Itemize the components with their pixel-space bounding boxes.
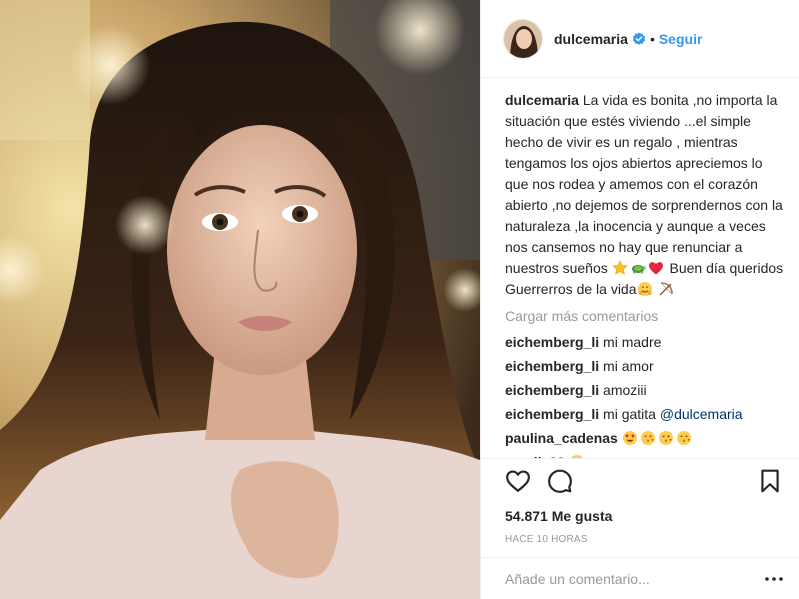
kissing-emoji — [676, 431, 691, 445]
verified-badge-icon — [632, 31, 646, 45]
add-comment-bar — [481, 557, 799, 599]
kissing-emoji — [640, 431, 655, 445]
caption-text: La vida es bonita ,no importa la situaci… — [505, 92, 783, 276]
likes-count[interactable]: 54.871 Me gusta — [481, 508, 799, 524]
instagram-post: dulcemaria • Seguir dulcemaria La vida e… — [0, 0, 799, 599]
post-actions: 54.871 Me gusta HACE 10 HORAS — [481, 458, 799, 599]
comment-item: eichemberg_li mi gatita @dulcemaria — [505, 402, 787, 426]
post-header: dulcemaria • Seguir — [481, 0, 799, 78]
comment-item: paulina_cadenas — [505, 426, 787, 450]
more-options-icon[interactable] — [763, 571, 785, 587]
comment-text: mi madre — [603, 334, 662, 350]
kissing-emoji — [658, 431, 673, 445]
comment-text: mi gatita — [603, 406, 656, 422]
add-comment-input[interactable] — [505, 571, 763, 587]
hugging-emoji — [637, 282, 652, 296]
comment-username[interactable]: eichemberg_li — [505, 382, 599, 398]
comments-list[interactable]: dulcemaria La vida es bonita ,no importa… — [481, 84, 799, 458]
comment-item: eichemberg_li amoziii — [505, 378, 787, 402]
star-emoji — [611, 260, 628, 275]
selfie-image — [0, 0, 480, 599]
comment-item: eichemberg_li mi madre — [505, 330, 787, 354]
comment-username[interactable]: paulina_cadenas — [505, 430, 618, 446]
load-more-comments-link[interactable]: Cargar más comentarios — [505, 308, 787, 324]
comment-username[interactable]: eichemberg_li — [505, 358, 599, 374]
comment-item: eichemberg_li mi amor — [505, 354, 787, 378]
follow-button[interactable]: Seguir — [659, 31, 703, 47]
action-icons — [481, 459, 799, 503]
comment-item: sarelly33 — [505, 450, 787, 458]
header-separator: • — [649, 30, 655, 47]
bow-and-arrow-emoji — [659, 282, 674, 296]
comment-text: amoziii — [603, 382, 647, 398]
comment-mention-link[interactable]: @dulcemaria — [660, 406, 743, 422]
red-heart-emoji — [648, 262, 663, 275]
comment-bubble-icon[interactable] — [547, 468, 573, 494]
post-photo[interactable] — [0, 0, 480, 599]
caption-username[interactable]: dulcemaria — [505, 92, 579, 108]
post-timestamp[interactable]: HACE 10 HORAS — [481, 534, 799, 545]
turtle-emoji — [631, 265, 646, 274]
comment-text: mi amor — [603, 358, 654, 374]
avatar-image — [504, 19, 542, 58]
comment-username[interactable]: eichemberg_li — [505, 334, 599, 350]
post-sidebar: dulcemaria • Seguir dulcemaria La vida e… — [480, 0, 799, 599]
bookmark-icon[interactable] — [757, 468, 783, 494]
post-caption: dulcemaria La vida es bonita ,no importa… — [505, 90, 787, 300]
author-avatar[interactable] — [503, 18, 543, 59]
author-username[interactable]: dulcemaria — [554, 31, 628, 47]
heart-eyes-emoji — [622, 431, 637, 445]
comment-username[interactable]: eichemberg_li — [505, 406, 599, 422]
heart-outline-icon[interactable] — [505, 468, 531, 494]
